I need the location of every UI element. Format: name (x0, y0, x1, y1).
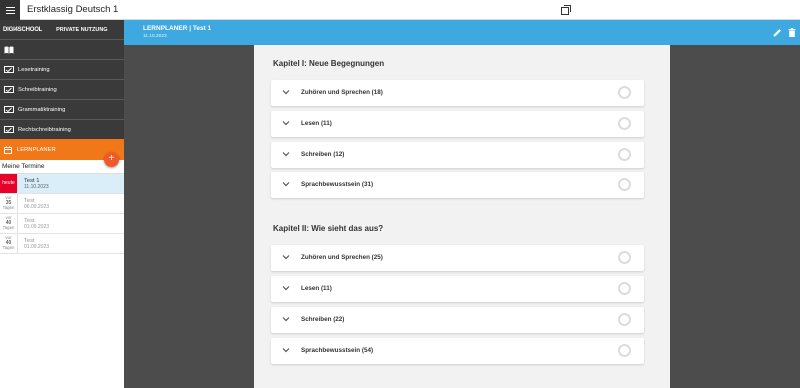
sidebar-item-grammatiktraining[interactable]: Grammatiktraining (0, 99, 124, 119)
chevron-down-icon (282, 317, 290, 322)
app-bar: Erstklassig Deutsch 1 (0, 0, 800, 20)
topic-label: Zuhören und Sprechen (25) (301, 254, 383, 261)
page-title: LERNPLANER | Test 1 (143, 25, 212, 32)
chevron-down-icon (282, 255, 290, 260)
termin-date: 06.09.2023 (24, 203, 50, 210)
status-circle-icon[interactable] (618, 282, 631, 295)
termin-item[interactable]: vor 35 Tagen Test 06.09.2023 (0, 194, 124, 214)
open-book-icon (4, 46, 14, 53)
today-badge: heute (0, 174, 18, 193)
sidebar: DIGI4SCHOOL PRIVATE NUTZUNG Lesetraining… (0, 20, 124, 388)
status-circle-icon[interactable] (618, 344, 631, 357)
topic-label: Sprachbewusstsein (54) (301, 347, 374, 354)
chapter-title: Kapitel I: Neue Begegnungen (273, 59, 385, 68)
page-date: 11.10.2023 (143, 34, 167, 39)
topic-label: Schreiben (12) (301, 151, 345, 158)
sidebar-item-label: Schreibtraining (18, 86, 57, 93)
main-content: Kapitel I: Neue Begegnungen Zuhören und … (124, 45, 800, 388)
edit-pencil-icon[interactable] (773, 28, 782, 37)
topic-row[interactable]: Lesen (11) (271, 111, 644, 137)
chevron-down-icon (282, 121, 290, 126)
training-icon (4, 125, 14, 133)
book-button[interactable] (0, 39, 124, 59)
brand-logo: DIGI4SCHOOL (3, 26, 43, 33)
chapter-panel: Kapitel I: Neue Begegnungen Zuhören und … (254, 45, 670, 388)
days-ago-badge: vor 35 Tagen (0, 194, 18, 213)
status-circle-icon[interactable] (618, 313, 631, 326)
training-icon (4, 65, 14, 73)
topic-row[interactable]: Schreiben (12) (271, 142, 644, 168)
brand-subtitle: PRIVATE NUTZUNG (56, 26, 108, 33)
training-icon (4, 105, 14, 113)
brand-bar: DIGI4SCHOOL PRIVATE NUTZUNG (0, 20, 124, 39)
termin-date: 01.09.2023 (24, 223, 50, 230)
add-termin-button[interactable]: + (104, 152, 119, 167)
lernplaner-label: LERNPLANER (17, 146, 56, 153)
sidebar-item-label: Rechtschreibtraining (18, 126, 71, 133)
topic-row[interactable]: Sprachbewusstsein (54) (271, 338, 644, 364)
badge-unit: Tagen (2, 205, 15, 211)
termin-date: 11.10.2023 (24, 183, 49, 190)
termin-item[interactable]: heute Test 1 11.10.2023 (0, 174, 124, 194)
topic-label: Sprachbewusstsein (31) (301, 181, 374, 188)
delete-trash-icon[interactable] (788, 28, 796, 37)
topic-row[interactable]: Zuhören und Sprechen (25) (271, 245, 644, 271)
status-circle-icon[interactable] (618, 148, 631, 161)
termin-item[interactable]: vor 40 Tagen Test 01.09.2023 (0, 214, 124, 234)
calendar-icon (4, 146, 12, 154)
chapter-title: Kapitel II: Wie sieht das aus? (273, 224, 384, 233)
chevron-down-icon (282, 348, 290, 353)
status-circle-icon[interactable] (618, 117, 631, 130)
sidebar-item-label: Grammatiktraining (18, 106, 66, 113)
sidebar-item-schreibtraining[interactable]: Schreibtraining (0, 79, 124, 99)
status-circle-icon[interactable] (618, 251, 631, 264)
badge-unit: Tagen (2, 245, 15, 251)
termin-date: 01.09.2023 (24, 243, 50, 250)
lernplaner-header: LERNPLANER | Test 1 11.10.2023 (124, 20, 800, 45)
app-title: Erstklassig Deutsch 1 (27, 4, 119, 15)
topic-label: Lesen (11) (301, 120, 332, 127)
termin-item[interactable]: vor 40 Tagen Test 01.09.2023 (0, 234, 124, 254)
badge-unit: Tagen (2, 225, 15, 231)
topic-row[interactable]: Zuhören und Sprechen (18) (271, 80, 644, 106)
chevron-down-icon (282, 152, 290, 157)
chevron-down-icon (282, 90, 290, 95)
topic-label: Zuhören und Sprechen (18) (301, 89, 383, 96)
topic-label: Lesen (11) (301, 285, 332, 292)
chevron-down-icon (282, 286, 290, 291)
status-circle-icon[interactable] (618, 86, 631, 99)
days-ago-badge: vor 40 Tagen (0, 214, 18, 233)
training-icon (4, 85, 14, 93)
days-ago-badge: vor 40 Tagen (0, 234, 18, 253)
topic-row[interactable]: Schreiben (22) (271, 307, 644, 333)
sidebar-item-lesetraining[interactable]: Lesetraining (0, 59, 124, 79)
exit-fullscreen-icon[interactable] (561, 5, 571, 15)
status-circle-icon[interactable] (618, 178, 631, 191)
chevron-down-icon (282, 182, 290, 187)
sidebar-item-rechtschreibtraining[interactable]: Rechtschreibtraining (0, 119, 124, 139)
sidebar-item-label: Lesetraining (18, 66, 50, 73)
topic-row[interactable]: Lesen (11) (271, 276, 644, 302)
topic-label: Schreiben (22) (301, 316, 345, 323)
topic-row[interactable]: Sprachbewusstsein (31) (271, 172, 644, 198)
hamburger-menu-icon[interactable] (0, 0, 20, 20)
